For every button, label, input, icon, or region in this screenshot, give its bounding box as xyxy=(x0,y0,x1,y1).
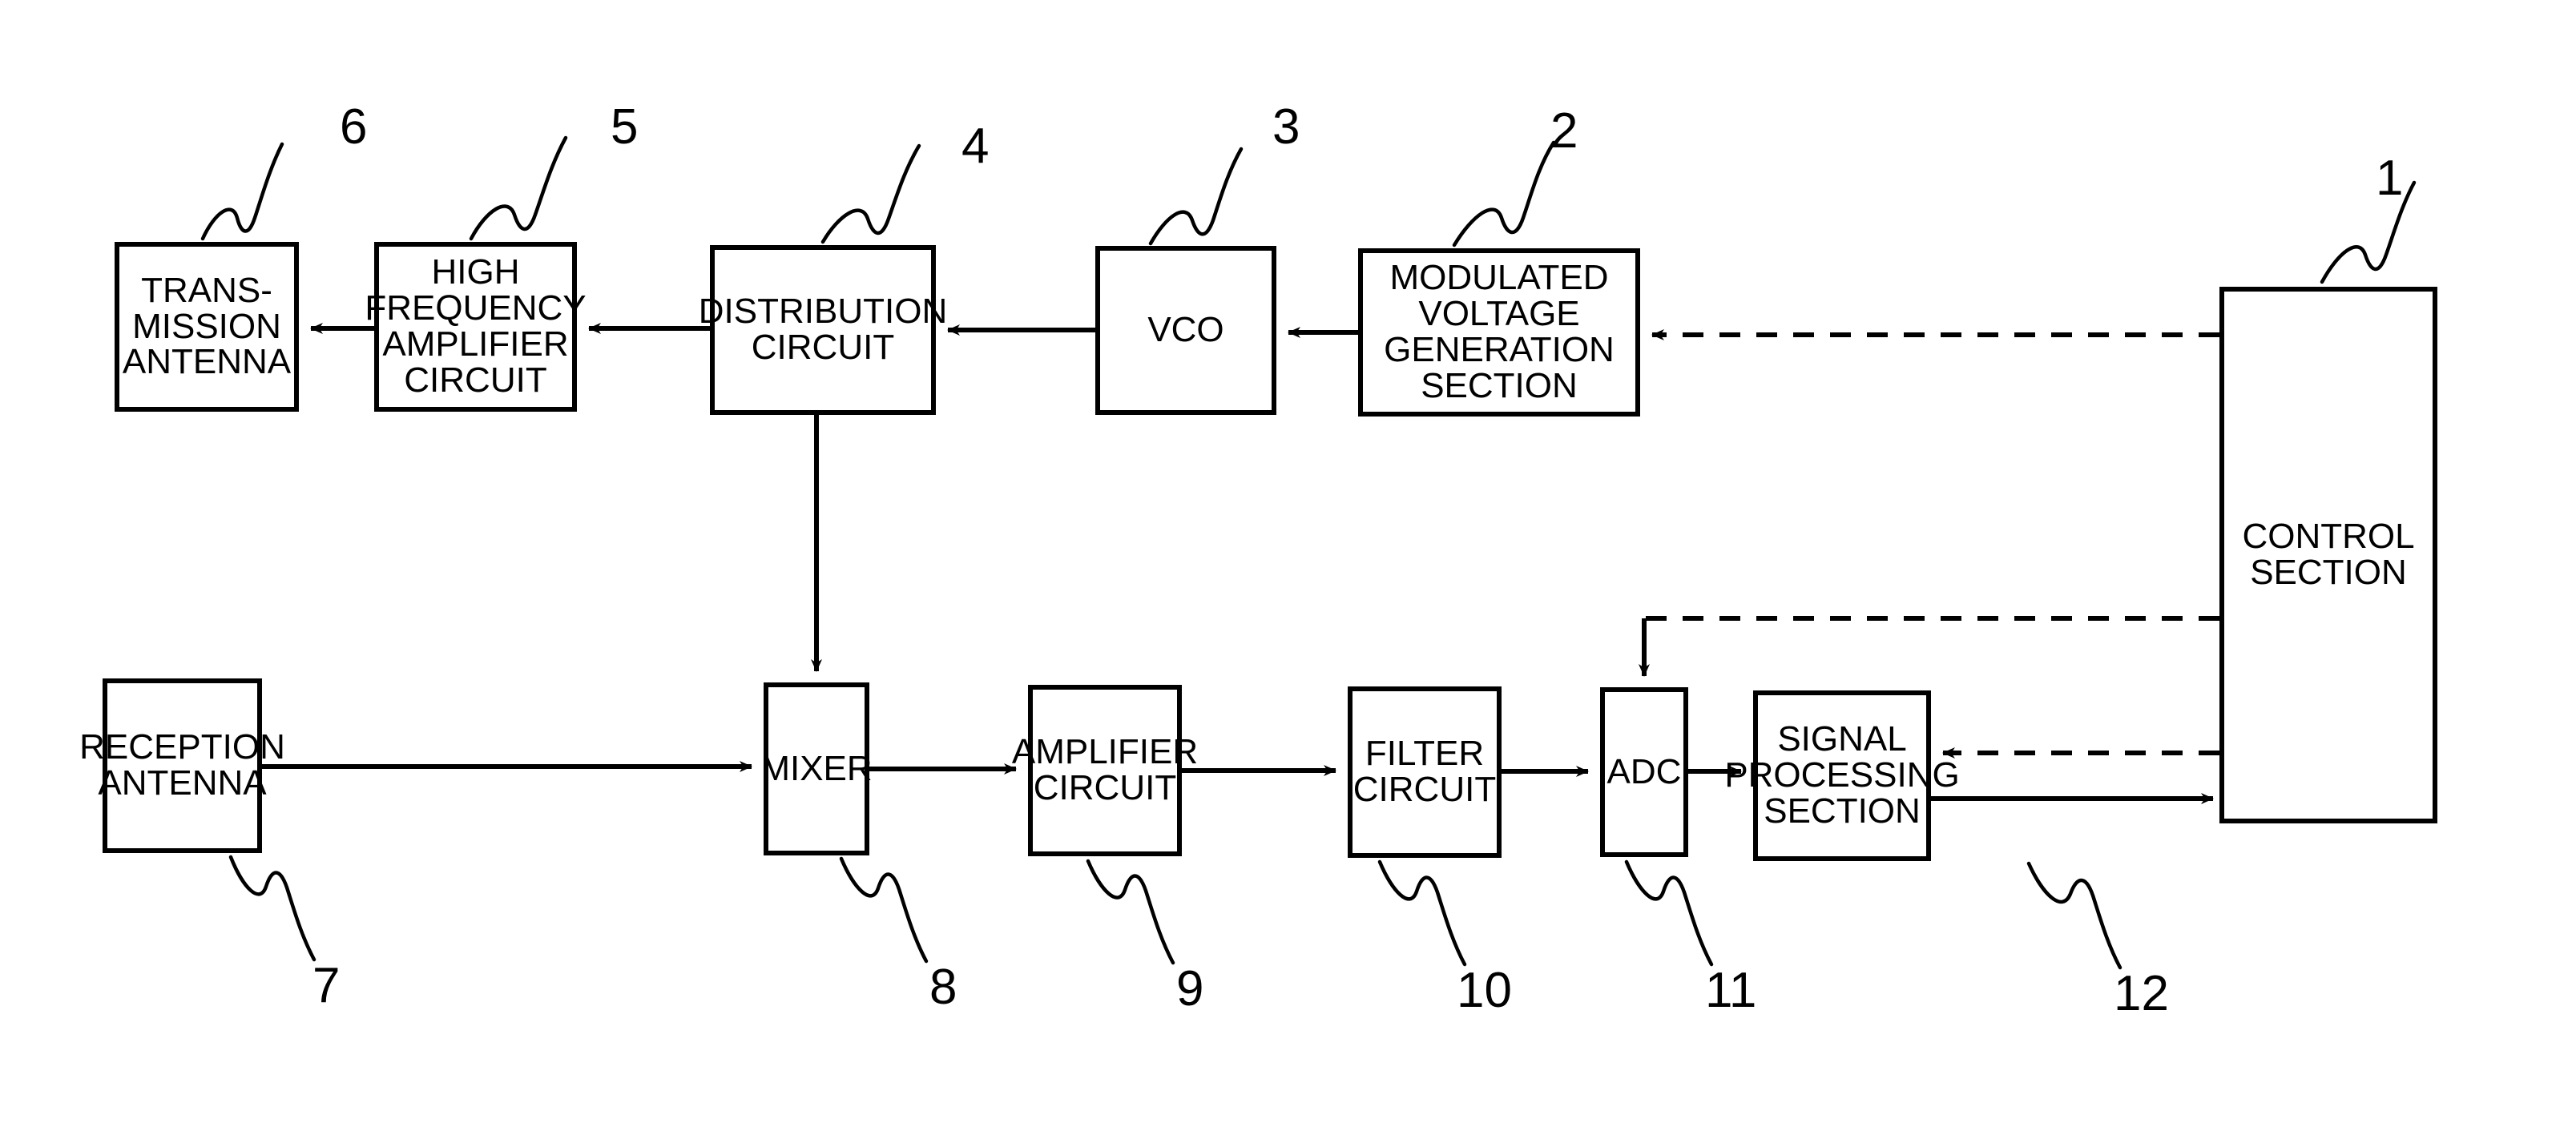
leader-9 xyxy=(1086,859,1175,965)
block-amplifier-circuit[interactable]: AMPLIFIER CIRCUIT xyxy=(1012,685,1198,856)
block-filter-circuit[interactable]: FILTER CIRCUIT xyxy=(1348,686,1502,858)
reference-number-11: 11 xyxy=(1705,963,1757,1018)
leader-11 xyxy=(1624,859,1714,967)
reference-number-8: 8 xyxy=(929,960,957,1015)
block-label-transmission-antenna: TRANS- MISSION ANTENNA xyxy=(122,270,292,382)
reference-number-7: 7 xyxy=(312,958,341,1013)
leader-6 xyxy=(200,142,284,241)
reference-number-10: 10 xyxy=(1457,963,1512,1018)
block-label-distribution-circuit: DISTRIBUTION CIRCUIT xyxy=(698,292,948,367)
block-label-reception-antenna: RECEPTION ANTENNA xyxy=(79,727,285,803)
block-reception-antenna[interactable]: RECEPTION ANTENNA xyxy=(79,678,285,853)
block-label-amplifier-circuit: AMPLIFIER CIRCUIT xyxy=(1011,732,1199,807)
reference-number-4: 4 xyxy=(961,119,990,174)
block-label-adc: ADC xyxy=(1606,751,1682,791)
block-modulated-voltage-generation-section[interactable]: MODULATED VOLTAGE GENERATION SECTION xyxy=(1358,248,1640,417)
leader-7 xyxy=(228,855,316,962)
block-label-mixer: MIXER xyxy=(760,748,873,788)
block-label-vco: VCO xyxy=(1147,310,1224,350)
block-label-modulated-voltage-generation-section: MODULATED VOLTAGE GENERATION SECTION xyxy=(1384,258,1615,405)
block-high-frequency-amplifier-circuit[interactable]: HIGH FREQUENCY AMPLIFIER CIRCUIT xyxy=(365,242,587,412)
block-label-signal-processing-section: SIGNAL PROCESSING SECTION xyxy=(1724,719,1960,831)
block-distribution-circuit[interactable]: DISTRIBUTION CIRCUIT xyxy=(699,245,947,415)
block-label-control-section: CONTROL SECTION xyxy=(2242,517,2415,592)
reference-number-12: 12 xyxy=(2114,966,2169,1021)
leader-3 xyxy=(1148,147,1244,246)
leader-2 xyxy=(1452,140,1556,248)
figure-canvas: TRANS- MISSION ANTENNA HIGH FREQUENCY AM… xyxy=(0,0,2576,1143)
reference-number-2: 2 xyxy=(1550,103,1578,159)
block-mixer[interactable]: MIXER xyxy=(760,682,873,855)
leader-12 xyxy=(2026,861,2122,970)
leader-10 xyxy=(1377,859,1467,967)
leader-8 xyxy=(839,856,929,964)
leader-4 xyxy=(820,143,921,244)
reference-number-1: 1 xyxy=(2376,151,2404,206)
block-vco[interactable]: VCO xyxy=(1095,246,1276,415)
reference-number-9: 9 xyxy=(1176,961,1204,1016)
block-label-high-frequency-amplifier-circuit: HIGH FREQUENCY AMPLIFIER CIRCUIT xyxy=(365,252,587,400)
reference-number-6: 6 xyxy=(340,99,368,155)
block-signal-processing-section[interactable]: SIGNAL PROCESSING SECTION xyxy=(1724,690,1960,861)
block-adc[interactable]: ADC xyxy=(1600,687,1688,857)
connector-overlay xyxy=(200,135,2417,970)
block-label-filter-circuit: FILTER CIRCUIT xyxy=(1353,734,1497,809)
block-transmission-antenna[interactable]: TRANS- MISSION ANTENNA xyxy=(115,242,299,412)
leader-5 xyxy=(469,135,568,241)
block-control-section[interactable]: CONTROL SECTION xyxy=(2219,287,2437,823)
reference-number-5: 5 xyxy=(611,99,639,155)
reference-number-3: 3 xyxy=(1272,99,1300,155)
